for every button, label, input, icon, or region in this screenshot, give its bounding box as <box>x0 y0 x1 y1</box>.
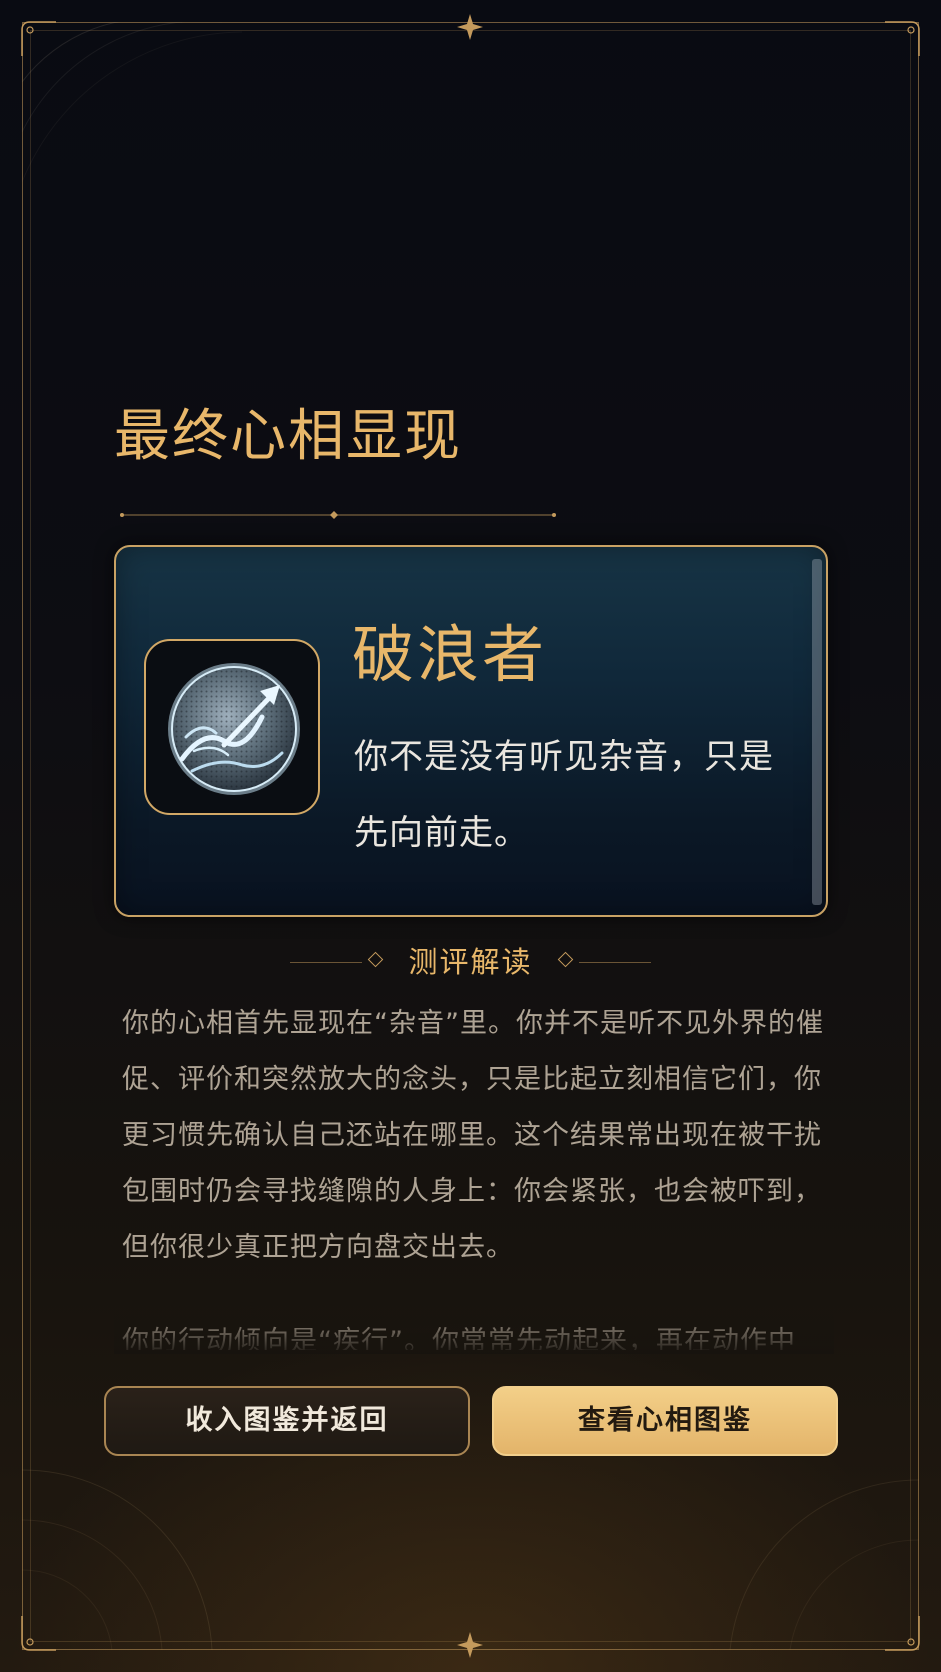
emblem-frame <box>144 639 320 815</box>
section-rule-left <box>290 962 362 963</box>
bottom-right-arc-decoration <box>729 1479 919 1650</box>
section-diamond-right <box>557 951 574 968</box>
corner-ornament-top-left <box>21 21 56 56</box>
reading-text-scroll[interactable]: 你的心相首先显现在“杂音”里。你并不是听不见外界的催促、评价和突然放大的念头，只… <box>122 996 836 1350</box>
section-rule-right <box>579 962 651 963</box>
wave-arrow-emblem-icon <box>168 663 300 795</box>
card-scrollbar[interactable] <box>812 559 822 905</box>
result-name: 破浪者 <box>352 618 548 691</box>
collect-and-return-button[interactable]: 收入图鉴并返回 <box>104 1386 470 1456</box>
corner-ornament-bottom-left <box>21 1616 56 1651</box>
view-collection-button[interactable]: 查看心相图鉴 <box>492 1386 838 1456</box>
reading-paragraph: 你的心相首先显现在“杂音”里。你并不是听不见外界的催促、评价和突然放大的念头，只… <box>122 1008 824 1263</box>
section-diamond-left <box>367 951 384 968</box>
bottom-star-ornament <box>457 1632 483 1658</box>
corner-ornament-top-right <box>885 21 920 56</box>
result-card: 破浪者 你不是没有听见杂音，只是先向前走。 <box>114 545 828 917</box>
top-star-ornament <box>457 14 483 40</box>
reading-heading: 测评解读 <box>408 945 533 979</box>
reading-paragraph: 你的行动倾向是“疾行”。你常常先动起来，再在动作中 <box>122 1326 796 1350</box>
page-title: 最终心相显现 <box>114 404 462 469</box>
result-tagline: 你不是没有听见杂音，只是先向前走。 <box>354 737 774 853</box>
reading-section-header: 测评解读 <box>290 938 651 986</box>
title-divider <box>120 511 556 519</box>
top-left-arc-decoration <box>22 22 242 183</box>
bottom-left-arc-decoration <box>22 1469 213 1650</box>
corner-ornament-bottom-right <box>885 1616 920 1651</box>
